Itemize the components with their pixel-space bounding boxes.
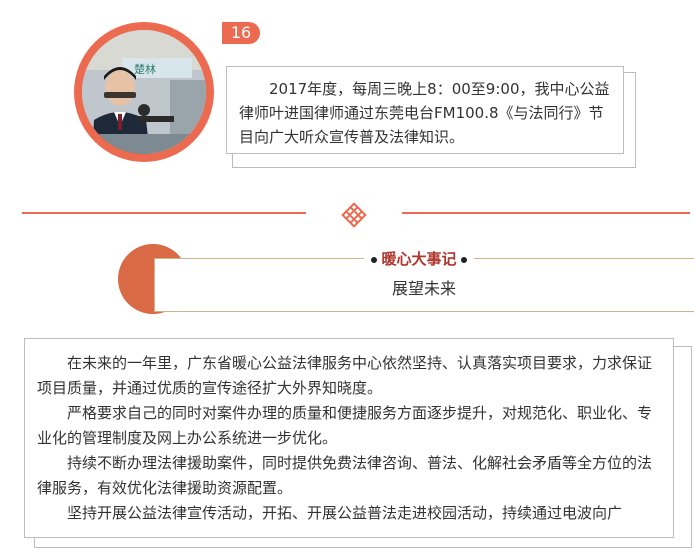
body-paragraph: 坚持开展公益法律宣传活动，开拓、开展公益普法走进校园活动，持续通过电波向广 <box>67 504 623 522</box>
caption-text: 2017年度，每周三晚上8：00至9:00，我中心公益律师叶进国律师通过东莞电台… <box>226 66 624 154</box>
section-title: 暖心大事记 <box>364 247 474 271</box>
bullet-dot-icon <box>460 256 467 263</box>
section-title-text: 暖心大事记 <box>381 250 457 268</box>
host-photo: 楚林 <box>82 30 206 154</box>
body-paragraph: 严格要求自己的同时对案件办理的质量和便捷服务方面逐步提升，对规范化、职业化、专业… <box>37 404 653 447</box>
body-text-box: 在未来的一年里，广东省暖心公益法律服务中心依然坚持、认真落实项目要求，力求保证项… <box>24 338 674 538</box>
section-subtitle: 展望未来 <box>391 279 456 298</box>
divider-right <box>402 212 690 214</box>
page-number-badge: 16 <box>222 22 260 44</box>
body-paragraph: 在未来的一年里，广东省暖心公益法律服务中心依然坚持、认真落实项目要求，力求保证项… <box>37 354 653 397</box>
studio-sign-text: 楚林 <box>134 62 156 76</box>
divider-left <box>22 212 306 214</box>
chinese-knot-icon <box>340 201 368 229</box>
body-paragraph: 持续不断办理法律援助案件，同时提供免费法律咨询、普法、化解社会矛盾等全方位的法律… <box>37 454 653 497</box>
bullet-dot-icon <box>371 256 378 263</box>
